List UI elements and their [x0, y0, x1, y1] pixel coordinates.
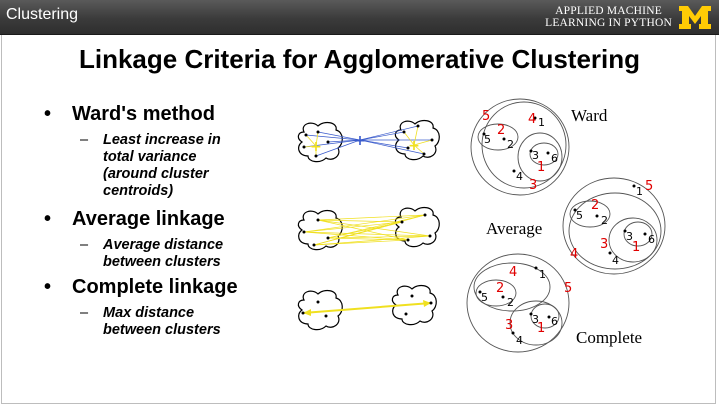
svg-text:6: 6 [551, 152, 558, 165]
svg-text:1: 1 [539, 268, 546, 281]
svg-text:1: 1 [538, 116, 545, 129]
complete-cluster-diagram: 1 5 2 3 6 4 452 31 [466, 253, 572, 353]
svg-text:4: 4 [509, 265, 517, 280]
svg-text:+: + [310, 139, 322, 155]
average-illustration [297, 206, 440, 251]
ward-illustration: + + + [297, 119, 440, 163]
svg-text:2: 2 [601, 214, 608, 227]
svg-text:4: 4 [570, 247, 578, 262]
svg-text:3: 3 [529, 178, 537, 193]
svg-text:4: 4 [612, 254, 619, 267]
svg-text:1: 1 [632, 240, 640, 255]
svg-text:1: 1 [537, 160, 545, 175]
svg-text:3: 3 [600, 237, 608, 252]
svg-text:4: 4 [516, 170, 523, 183]
svg-text:5: 5 [481, 291, 488, 304]
svg-text:2: 2 [507, 138, 514, 151]
svg-text:2: 2 [507, 296, 514, 309]
label-ward: Ward [571, 106, 608, 125]
average-cluster-diagram: 1 5 2 3 6 4 524 31 [562, 177, 666, 275]
svg-text:5: 5 [482, 109, 490, 124]
complete-illustration [297, 284, 437, 331]
svg-text:1: 1 [537, 321, 545, 336]
svg-text:2: 2 [497, 123, 505, 138]
svg-text:1: 1 [636, 185, 643, 198]
svg-text:2: 2 [496, 281, 504, 296]
svg-text:6: 6 [551, 315, 558, 328]
svg-text:5: 5 [576, 209, 583, 222]
svg-text:3: 3 [505, 318, 513, 333]
svg-text:4: 4 [528, 112, 536, 127]
label-complete: Complete [576, 328, 643, 347]
svg-text:+: + [408, 138, 420, 154]
svg-text:4: 4 [516, 334, 523, 347]
svg-text:5: 5 [645, 179, 653, 194]
svg-text:+: + [354, 133, 366, 149]
ward-cluster-diagram: 1 5 2 3 6 4 5 42 13 [470, 98, 570, 196]
svg-text:2: 2 [591, 198, 599, 213]
svg-text:6: 6 [648, 233, 655, 246]
svg-text:5: 5 [564, 281, 572, 296]
svg-text:5: 5 [484, 133, 491, 146]
label-average: Average [486, 219, 543, 238]
